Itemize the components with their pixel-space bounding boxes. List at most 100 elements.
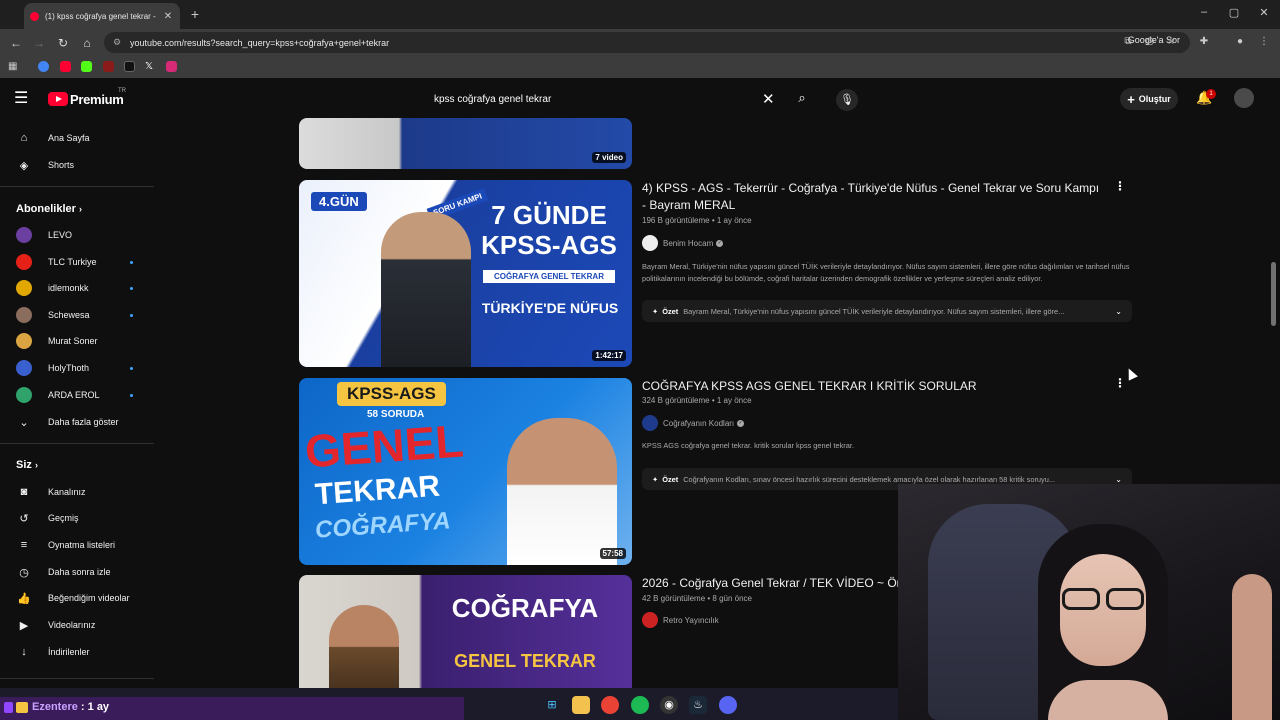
video-meta: 196 B görüntüleme • 1 ay önce bbox=[642, 216, 752, 225]
kick-bookmark-icon[interactable] bbox=[81, 61, 92, 72]
sidebar-item-channel[interactable]: Schewesa bbox=[16, 305, 154, 325]
eye-off-icon[interactable]: ◎ bbox=[1142, 34, 1158, 50]
channel-link[interactable]: Retro Yayıncılık bbox=[642, 612, 719, 628]
thumb-headline-1: GENEL bbox=[303, 414, 466, 478]
channel-avatar bbox=[642, 415, 658, 431]
sidebar-item-shorts[interactable]: ◈ Shorts bbox=[16, 155, 154, 175]
site-info-icon[interactable]: ⚙ bbox=[104, 37, 130, 48]
sidebar-item-channel[interactable]: HolyThoth bbox=[16, 358, 154, 378]
ai-summary[interactable]: ✦ Özet Bayram Meral, Türkiye'nin nüfus yap… bbox=[642, 300, 1132, 322]
instagram-bookmark-icon[interactable] bbox=[166, 61, 177, 72]
subscriptions-title: Abonelikler bbox=[16, 203, 76, 215]
thumb-headline-1: 7 GÜNDE bbox=[491, 200, 607, 230]
video-thumbnail[interactable]: 4.GÜN SORU KAMPI 7 GÜNDE KPSS-AGS COĞRAFY… bbox=[299, 180, 632, 367]
sidebar-item-home[interactable]: ⌂ Ana Sayfa bbox=[16, 128, 154, 148]
new-content-dot bbox=[130, 286, 133, 290]
search-input[interactable]: kpss coğrafya genel tekrar bbox=[426, 88, 788, 110]
sidebar-item-label: Beğendiğim videolar bbox=[48, 593, 130, 603]
page-scrollbar-thumb[interactable] bbox=[1271, 262, 1276, 326]
chevron-right-icon: › bbox=[78, 204, 82, 214]
microphone-icon[interactable]: 🎙 bbox=[836, 89, 858, 111]
webcam-overlay bbox=[898, 484, 1280, 720]
streamer-face bbox=[1060, 554, 1146, 666]
bookmark-icon[interactable] bbox=[103, 61, 114, 72]
summary-label: Özet bbox=[662, 474, 679, 484]
apps-grid-icon[interactable]: ▦ bbox=[8, 61, 19, 72]
sidebar-item-playlists[interactable]: ≡ Oynatma listeleri bbox=[16, 535, 154, 555]
video-title[interactable]: COĞRAFYA KPSS AGS GENEL TEKRAR I KRİTİK … bbox=[642, 378, 1102, 395]
browser-menu-icon[interactable]: ⋮ bbox=[1256, 34, 1272, 50]
chevron-down-icon[interactable]: ⌄ bbox=[1115, 475, 1122, 484]
sidebar-item-channel[interactable]: LEVO bbox=[16, 225, 154, 245]
logo-text[interactable]: Premium bbox=[70, 92, 124, 107]
file-explorer-icon[interactable] bbox=[572, 696, 590, 714]
reload-icon[interactable]: ↻ bbox=[53, 33, 73, 53]
video-thumbnail[interactable]: KPSS-AGS 58 SORUDA GENEL TEKRAR COĞRAFYA… bbox=[299, 378, 632, 565]
home-icon[interactable]: ⌂ bbox=[77, 33, 97, 53]
google-bookmark-icon[interactable] bbox=[38, 61, 49, 72]
windows-start-icon[interactable]: ⊞ bbox=[543, 696, 561, 714]
x-bookmark-icon[interactable]: 𝕏 bbox=[145, 61, 156, 72]
sidebar-item-channel[interactable]: ARDA EROL bbox=[16, 385, 154, 405]
new-content-dot bbox=[130, 313, 133, 317]
extensions-icon[interactable]: ✚ bbox=[1196, 34, 1212, 50]
address-bar[interactable]: ⚙ youtube.com/results?search_query=kpss+… bbox=[104, 32, 1190, 53]
sidebar-item-history[interactable]: ↺ Geçmiş bbox=[16, 508, 154, 528]
spotify-icon[interactable] bbox=[631, 696, 649, 714]
youtube-logo-icon[interactable] bbox=[48, 92, 68, 106]
create-button[interactable]: + Oluştur bbox=[1120, 88, 1178, 110]
chevron-down-icon[interactable]: ⌄ bbox=[1115, 307, 1122, 316]
more-actions-icon[interactable]: ⋮ bbox=[1114, 179, 1126, 193]
address-bar-url: youtube.com/results?search_query=kpss+co… bbox=[130, 37, 390, 48]
restore-icon[interactable]: ▢ bbox=[1224, 6, 1244, 19]
forward-icon[interactable]: → bbox=[29, 33, 49, 53]
subscriptions-heading[interactable]: Abonelikler › bbox=[16, 203, 82, 215]
channel-avatar bbox=[16, 360, 32, 376]
youtube-bookmark-icon[interactable] bbox=[60, 61, 71, 72]
you-heading[interactable]: Siz › bbox=[16, 459, 38, 471]
video-thumbnail[interactable]: 7 video bbox=[299, 118, 632, 169]
clear-search-icon[interactable]: ✕ bbox=[762, 90, 775, 108]
channel-link[interactable]: Benim Hocam ✓ bbox=[642, 235, 724, 251]
sidebar-item-label: idlemonkk bbox=[48, 283, 89, 293]
new-content-dot bbox=[130, 366, 133, 370]
sidebar-item-label: İndirilenler bbox=[48, 647, 90, 657]
account-avatar[interactable] bbox=[1234, 88, 1254, 108]
minimize-icon[interactable]: – bbox=[1194, 6, 1214, 18]
video-title[interactable]: 2026 - Coğrafya Genel Tekrar / TEK VİDEO… bbox=[642, 575, 898, 592]
thumb-subtitle: COĞRAFYA GENEL TEKRAR bbox=[483, 270, 615, 283]
more-actions-icon[interactable]: ⋮ bbox=[1114, 376, 1126, 390]
home-icon: ⌂ bbox=[20, 132, 28, 144]
discord-icon[interactable] bbox=[719, 696, 737, 714]
sidebar-item-liked[interactable]: 👍 Beğendiğim videolar bbox=[16, 588, 154, 608]
history-icon: ↺ bbox=[19, 512, 29, 525]
profile-icon[interactable]: ● bbox=[1232, 34, 1248, 50]
channel-link[interactable]: Coğrafyanın Kodları ✓ bbox=[642, 415, 745, 431]
back-icon[interactable]: ← bbox=[6, 33, 26, 53]
search-icon[interactable]: ⌕ bbox=[792, 90, 812, 108]
bookmark-star-icon[interactable]: ☆ bbox=[1163, 34, 1179, 50]
youtube-favicon-icon bbox=[30, 11, 39, 21]
sidebar-item-your-videos[interactable]: ▶ Videolarınız bbox=[16, 615, 154, 635]
sidebar-item-your-channel[interactable]: ◙ Kanalınız bbox=[16, 482, 154, 502]
tiktok-bookmark-icon[interactable] bbox=[124, 61, 135, 72]
install-icon[interactable]: ⧉ bbox=[1120, 34, 1136, 50]
video-meta: 42 B görüntüleme • 8 gün önce bbox=[642, 594, 752, 603]
video-thumbnail[interactable]: COĞRAFYA GENEL TEKRAR bbox=[299, 575, 632, 688]
sidebar-item-channel[interactable]: idlemonkk bbox=[16, 278, 154, 298]
subscriber-name: Ezentere bbox=[32, 701, 78, 713]
browser-tab[interactable]: (1) kpss coğrafya genel tekrar - ✕ bbox=[24, 3, 180, 29]
sidebar-item-watch-later[interactable]: ◷ Daha sonra izle bbox=[16, 562, 154, 582]
sidebar-item-downloads[interactable]: ↓ İndirilenler bbox=[16, 642, 154, 662]
steam-icon[interactable]: ♨ bbox=[689, 696, 707, 714]
tab-close-icon[interactable]: ✕ bbox=[162, 11, 174, 22]
sidebar-item-channel[interactable]: TLC Turkiye bbox=[16, 252, 154, 272]
menu-icon[interactable]: ☰ bbox=[14, 90, 34, 108]
window-close-icon[interactable]: ✕ bbox=[1254, 6, 1274, 19]
obs-icon[interactable]: ◉ bbox=[660, 696, 678, 714]
show-more-button[interactable]: ⌄ Daha fazla göster bbox=[16, 412, 154, 432]
chrome-icon[interactable] bbox=[601, 696, 619, 714]
video-title[interactable]: 4) KPSS - AGS - Tekerrür - Coğrafya - Tü… bbox=[642, 180, 1102, 214]
sidebar-item-channel[interactable]: Murat Soner bbox=[16, 331, 154, 351]
new-tab-button[interactable]: + bbox=[186, 5, 204, 23]
